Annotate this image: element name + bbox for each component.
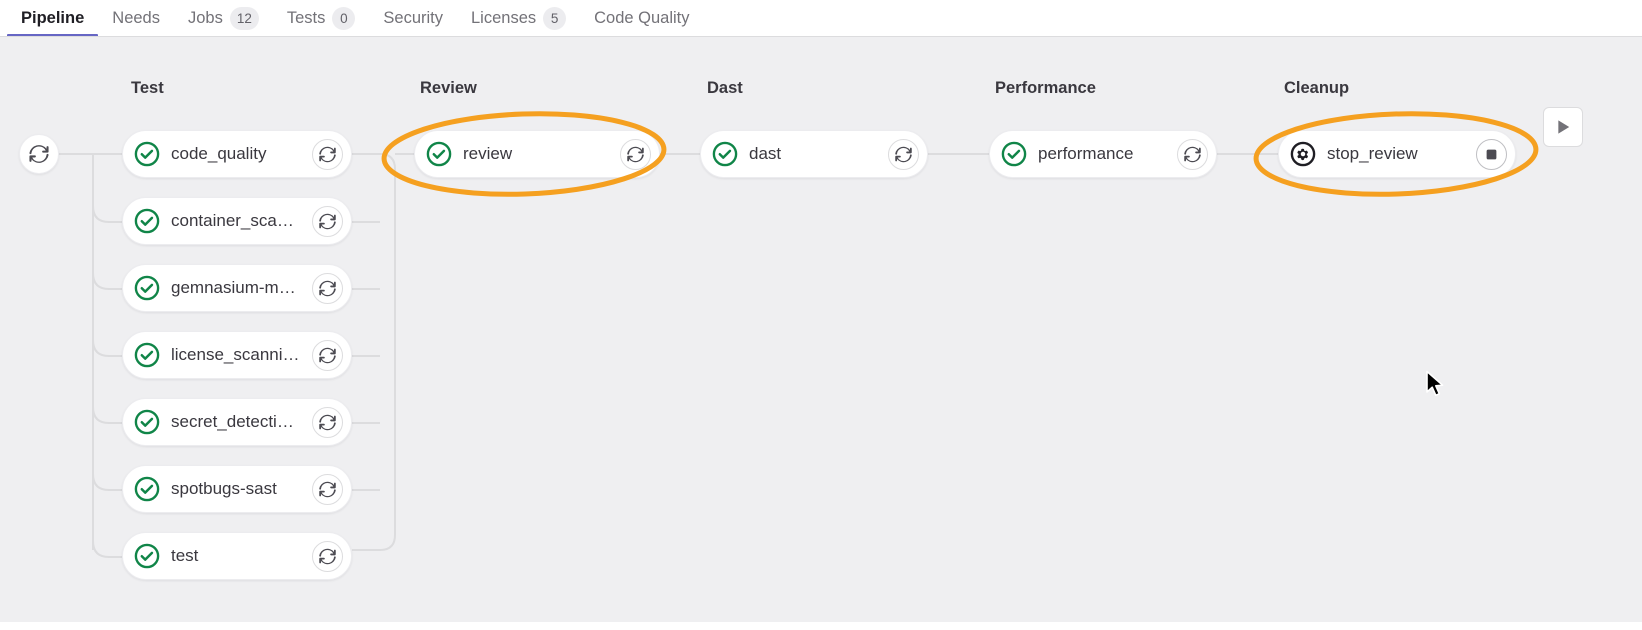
tab-label: Tests: [286, 9, 326, 27]
job-name: stop_review: [1327, 144, 1418, 163]
job-retry-button[interactable]: [620, 138, 651, 170]
stage-title-cleanup: Cleanup: [1284, 79, 1350, 97]
job-retry-button[interactable]: [312, 406, 343, 438]
tab-security[interactable]: Security: [369, 0, 457, 37]
status-manual-icon: [1290, 141, 1316, 167]
job-name: test: [171, 546, 199, 565]
tab-badge: 12: [229, 7, 259, 30]
status-success-icon: [134, 342, 160, 368]
status-success-icon: [134, 141, 160, 167]
job-card[interactable]: dast: [700, 130, 928, 178]
job-retry-button[interactable]: [312, 205, 343, 237]
stop-icon: [1486, 149, 1497, 159]
status-success-icon: [134, 543, 160, 569]
tab-jobs[interactable]: Jobs 12: [174, 0, 273, 37]
job-retry-button[interactable]: [312, 138, 343, 170]
job-name: secret_detecti…: [171, 412, 294, 431]
job-card[interactable]: stop_review: [1278, 130, 1516, 178]
stage-title-review: Review: [420, 79, 477, 97]
job-card[interactable]: review: [414, 130, 660, 178]
job-retry-button[interactable]: [312, 272, 343, 304]
pipeline-graph-canvas: Test code_quality container_sca… gemnasium-…: [0, 37, 1642, 622]
job-retry-button[interactable]: [312, 473, 343, 505]
retry-icon: [319, 481, 336, 497]
retry-icon: [319, 280, 336, 296]
job-card[interactable]: container_sca…: [122, 197, 352, 245]
job-name: container_sca…: [171, 211, 294, 230]
status-success-icon: [134, 409, 160, 435]
retry-icon: [319, 213, 336, 229]
page-bottom-strip: [0, 622, 1642, 630]
pipeline-tabbar: Pipeline Needs Jobs 12 Tests 0 Security License…: [0, 0, 1642, 37]
job-card[interactable]: spotbugs-sast: [122, 465, 352, 513]
retry-icon: [29, 145, 49, 163]
tab-badge: 0: [332, 7, 356, 30]
job-card[interactable]: test: [122, 532, 352, 580]
job-retry-button[interactable]: [312, 339, 343, 371]
job-retry-button[interactable]: [1177, 138, 1208, 170]
status-success-icon: [712, 141, 738, 167]
tab-label: Jobs: [187, 9, 223, 27]
retry-icon: [319, 146, 336, 162]
status-success-icon: [1001, 141, 1027, 167]
tab-label: Code Quality: [594, 9, 690, 27]
job-card[interactable]: performance: [989, 130, 1217, 178]
job-retry-button[interactable]: [312, 540, 343, 572]
retry-icon: [319, 347, 336, 363]
tab-badge: 5: [543, 7, 567, 30]
retry-icon: [627, 146, 644, 162]
job-name: dast: [749, 144, 782, 163]
job-name: performance: [1038, 144, 1134, 163]
tab-licenses[interactable]: Licenses 5: [457, 0, 580, 37]
retry-icon: [319, 548, 336, 564]
stage-title-performance: Performance: [995, 79, 1096, 97]
tab-label: Pipeline: [21, 9, 85, 27]
status-success-icon: [426, 141, 452, 167]
status-success-icon: [134, 275, 160, 301]
job-name: review: [463, 144, 513, 163]
job-name: code_quality: [171, 144, 267, 163]
stage-title-test: Test: [131, 79, 164, 97]
retry-icon: [895, 146, 912, 162]
retry-icon: [1184, 146, 1201, 162]
tab-needs[interactable]: Needs: [98, 0, 174, 37]
job-card[interactable]: secret_detecti…: [122, 398, 352, 446]
job-name: spotbugs-sast: [171, 479, 277, 498]
tab-label: Security: [383, 9, 443, 27]
tab-label: Licenses: [471, 9, 537, 27]
job-retry-button[interactable]: [888, 138, 919, 170]
tab-code-quality[interactable]: Code Quality: [580, 0, 703, 37]
job-name: gemnasium-m…: [171, 278, 296, 297]
run-pipeline-button[interactable]: [1543, 107, 1583, 147]
job-name: license_scanni…: [171, 345, 300, 364]
status-success-icon: [134, 208, 160, 234]
status-success-icon: [134, 476, 160, 502]
job-card[interactable]: license_scanni…: [122, 331, 352, 379]
play-icon: [1557, 120, 1569, 134]
job-card[interactable]: code_quality: [122, 130, 352, 178]
job-stop-button[interactable]: [1476, 138, 1507, 170]
tab-label: Needs: [112, 9, 160, 27]
tab-pipeline[interactable]: Pipeline: [7, 0, 99, 37]
stage-title-dast: Dast: [707, 79, 743, 97]
job-card[interactable]: gemnasium-m…: [122, 264, 352, 312]
pipeline-page: Pipeline Needs Jobs 12 Tests 0 Security License…: [0, 0, 1642, 630]
pipeline-retry-button[interactable]: [19, 134, 59, 174]
tab-tests[interactable]: Tests 0: [273, 0, 370, 37]
retry-icon: [319, 414, 336, 430]
